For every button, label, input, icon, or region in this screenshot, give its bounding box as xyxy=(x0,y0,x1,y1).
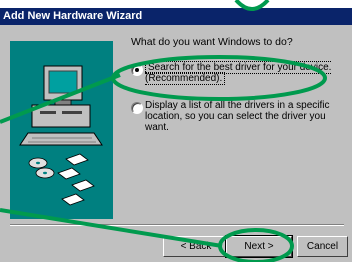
separator xyxy=(10,224,344,226)
cd-icon xyxy=(28,157,55,179)
computer-icon xyxy=(19,65,103,146)
display-list-label[interactable]: Display a list of all the drivers in a s… xyxy=(145,100,352,133)
question-text: What do you want Windows to do? xyxy=(131,36,293,48)
window-title: Add New Hardware Wizard xyxy=(3,10,143,22)
radio-selected-dot xyxy=(135,68,139,72)
next-button[interactable]: Next > xyxy=(226,236,292,257)
wizard-dialog: What do you want Windows to do? Search f… xyxy=(0,25,352,262)
focus-rectangle: Search for the best driver for your devi… xyxy=(145,61,332,85)
search-driver-label[interactable]: Search for the best driver for your devi… xyxy=(145,61,332,85)
back-button[interactable]: < Back xyxy=(163,236,229,257)
floppy-disk-icon xyxy=(57,153,95,206)
search-driver-radio[interactable] xyxy=(131,64,143,76)
title-bar: Add New Hardware Wizard xyxy=(0,8,352,25)
wizard-illustration xyxy=(10,41,113,219)
display-list-radio[interactable] xyxy=(131,102,143,114)
cancel-button[interactable]: Cancel xyxy=(297,236,348,257)
